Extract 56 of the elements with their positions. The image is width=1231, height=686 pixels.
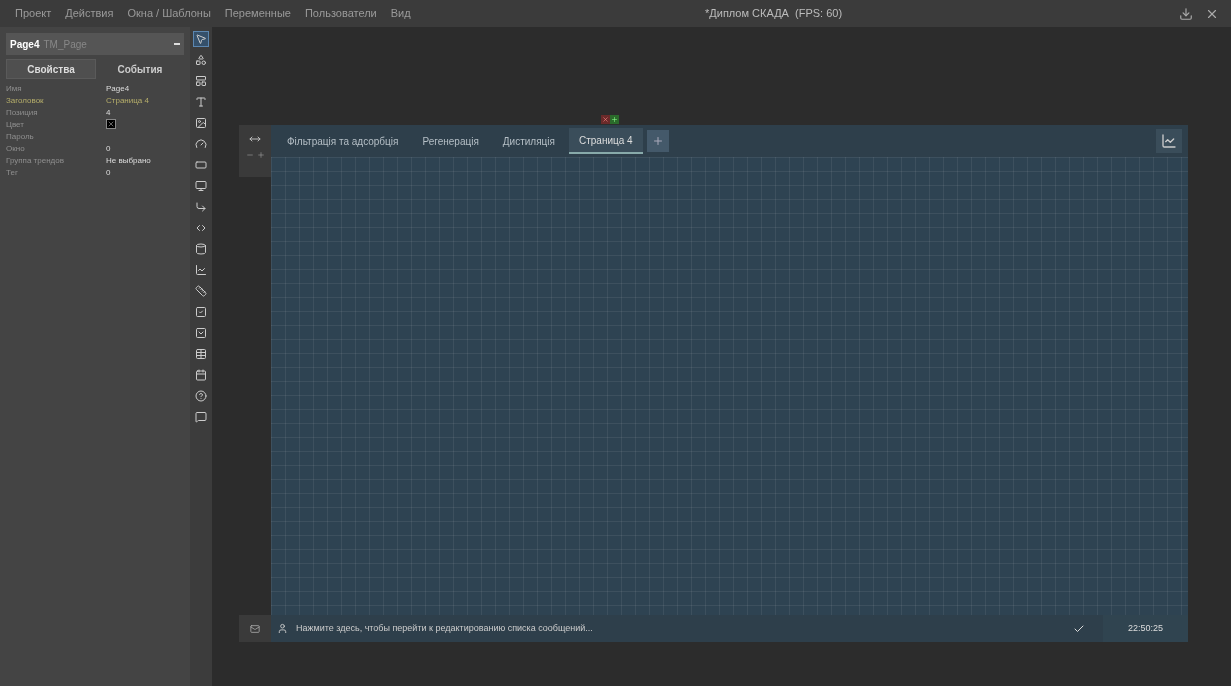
property-name: Окно — [6, 143, 26, 155]
add-page-icon[interactable] — [610, 115, 619, 124]
property-value[interactable]: Не выбрано — [106, 155, 183, 167]
trend-button[interactable] — [1156, 129, 1182, 153]
page-tab[interactable]: Регенерація — [412, 128, 489, 154]
menu-item[interactable]: Вид — [383, 5, 418, 22]
shapes-icon[interactable] — [193, 52, 209, 68]
menu-item[interactable]: Переменные — [217, 5, 298, 22]
add-tab-button[interactable] — [646, 130, 669, 152]
chart-icon — [1161, 133, 1177, 149]
table-icon[interactable] — [193, 346, 209, 362]
ruler-icon[interactable] — [193, 283, 209, 299]
property-value[interactable]: 4 — [106, 107, 183, 119]
download-icon[interactable] — [1179, 6, 1193, 21]
monitor-icon[interactable] — [193, 178, 209, 194]
dropdown-caret-icon — [174, 43, 180, 45]
property-name: Позиция — [6, 107, 39, 119]
mail-icon[interactable] — [239, 615, 271, 642]
menu-item[interactable]: Действия — [58, 5, 121, 22]
checkbox-icon[interactable] — [193, 304, 209, 320]
delete-page-icon[interactable] — [601, 115, 610, 124]
object-name: Page4 — [10, 37, 40, 52]
panel-tab[interactable]: Свойства — [6, 59, 96, 79]
tank-icon[interactable] — [193, 241, 209, 257]
menu-item[interactable]: Пользователи — [297, 5, 384, 22]
menu-item[interactable]: Проект — [8, 5, 59, 22]
page-tab[interactable]: Дистиляція — [492, 128, 565, 154]
calendar-icon[interactable] — [193, 367, 209, 383]
status-message[interactable]: Нажмите здесь, чтобы перейти к редактированию списка сообщений... — [296, 621, 593, 636]
property-name: Заголовок — [6, 95, 45, 107]
property-name: Цвет — [6, 119, 25, 131]
text-icon[interactable] — [193, 94, 209, 110]
page-tab[interactable]: Фільтрація та адсорбція — [277, 128, 409, 154]
user-icon — [277, 623, 288, 634]
menu-item[interactable]: Окна / Шаблоны — [120, 5, 218, 22]
property-name: Группа трендов — [6, 155, 65, 167]
color-swatch[interactable] — [106, 119, 116, 129]
pointer-icon[interactable] — [193, 31, 209, 47]
property-name: Пароль — [6, 131, 35, 143]
property-value[interactable]: 0 — [106, 167, 183, 179]
panel-icon[interactable] — [193, 73, 209, 89]
property-value[interactable]: 0 — [106, 143, 183, 155]
window-title: *Диплом СКАДА (FPS: 60) — [705, 6, 843, 22]
dropdown-icon[interactable] — [193, 325, 209, 341]
property-value[interactable]: Page4 — [106, 83, 183, 95]
message-icon[interactable] — [193, 409, 209, 425]
help-icon[interactable] — [193, 388, 209, 404]
status-time: 22:50:25 — [1103, 615, 1188, 642]
page-tab[interactable]: Страница 4 — [568, 128, 643, 154]
chart-icon[interactable] — [193, 262, 209, 278]
image-icon[interactable] — [193, 115, 209, 131]
panel-tab[interactable]: События — [96, 59, 184, 79]
plus-icon — [651, 135, 664, 147]
property-value[interactable]: Страница 4 — [106, 95, 183, 107]
property-name: Имя — [6, 83, 23, 95]
property-name: Тег — [6, 167, 19, 179]
